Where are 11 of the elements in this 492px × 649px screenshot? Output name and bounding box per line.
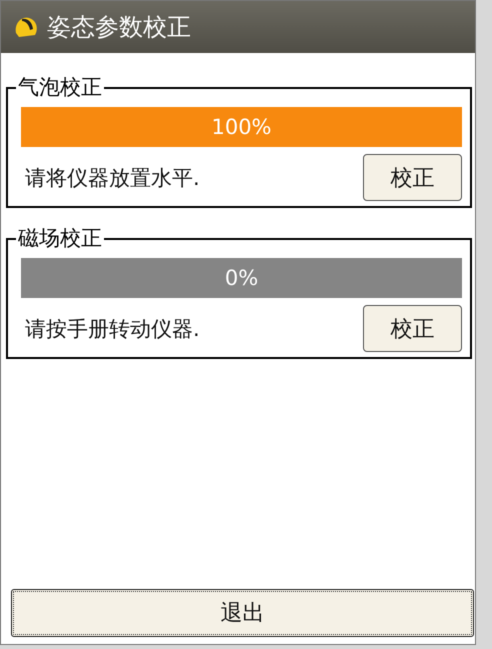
calibrate-button[interactable]: 校正 bbox=[363, 305, 462, 352]
exit-button[interactable]: 退出 bbox=[11, 589, 474, 637]
group-title: 磁场校正 bbox=[16, 225, 104, 251]
progress-reading: 100% bbox=[210, 114, 273, 141]
helmet-icon bbox=[13, 15, 39, 39]
calibrate-button[interactable]: 校正 bbox=[363, 154, 462, 201]
group-title: 气泡校正 bbox=[16, 74, 104, 100]
window-title: 姿态参数校正 bbox=[47, 12, 191, 43]
instruction-text: 请将仪器放置水平. bbox=[24, 164, 200, 192]
instruction-text: 请按手册转动仪器. bbox=[24, 316, 200, 342]
progress-reading: 0% bbox=[224, 265, 260, 292]
